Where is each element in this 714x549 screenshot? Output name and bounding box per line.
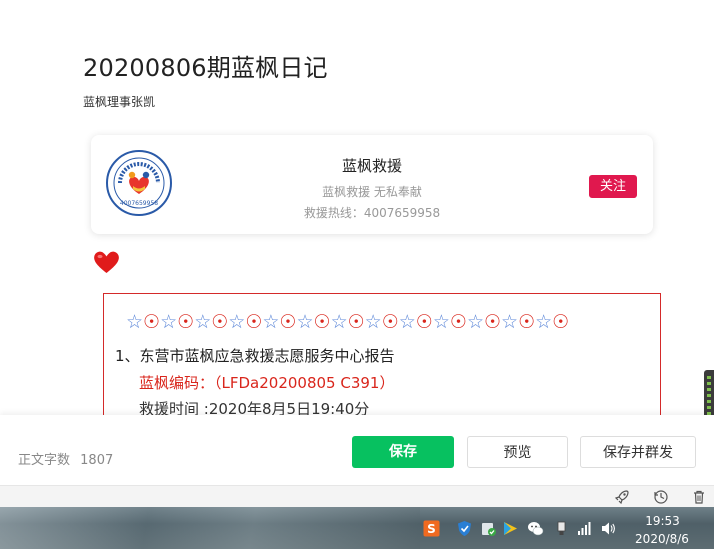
usb-device-icon[interactable] <box>553 520 570 537</box>
star-symbol: ☆ <box>364 311 382 333</box>
sun-symbol: ☉ <box>483 311 502 333</box>
trash-icon[interactable] <box>691 489 707 505</box>
star-symbol: ☆ <box>194 311 212 333</box>
preview-button[interactable]: 预览 <box>467 436 568 468</box>
star-symbol: ☆ <box>262 311 280 333</box>
sun-symbol: ☉ <box>211 311 229 333</box>
sun-symbol: ☉ <box>313 311 331 333</box>
editor-footer: 正文字数 1807 保存 预览 保存并群发 <box>0 415 714 485</box>
save-button[interactable]: 保存 <box>352 436 454 468</box>
sogou-ime-icon[interactable]: S <box>423 520 440 537</box>
windows-taskbar: S 19:53 2020/8/6 <box>0 507 714 549</box>
shield-icon[interactable] <box>456 520 473 537</box>
heart-icon <box>94 251 119 273</box>
sun-symbol: ☉ <box>177 311 195 333</box>
article-title: 20200806期蓝枫日记 <box>83 54 328 82</box>
star-symbol: ☆ <box>432 311 450 333</box>
clock-time[interactable]: 19:53 <box>640 514 685 528</box>
follow-button[interactable]: 关注 <box>589 175 637 198</box>
sun-symbol: ☉ <box>552 311 570 333</box>
sun-symbol: ☉ <box>449 311 467 333</box>
save-and-publish-button[interactable]: 保存并群发 <box>580 436 696 468</box>
svg-text:S: S <box>427 522 436 536</box>
editor-tool-strip <box>0 485 714 507</box>
sun-symbol: ☉ <box>279 311 297 333</box>
sun-symbol: ☉ <box>415 311 433 333</box>
report-heading: 1、东营市蓝枫应急救援志愿服务中心报告 <box>115 347 395 365</box>
network-signal-icon[interactable] <box>576 520 593 537</box>
sun-symbol: ☉ <box>347 311 365 333</box>
profile-card[interactable]: 4007659958 蓝枫救援 蓝枫救援 无私奉献 救援热线：400765995… <box>91 135 653 234</box>
rocket-icon[interactable] <box>614 489 630 505</box>
account-name: 蓝枫救援 <box>341 157 402 175</box>
report-section: ☆☉☆☉☆☉☆☉☆☉☆☉☆☉☆☉☆☉☆☉☆☉☆☉☆☉ 1、东营市蓝枫应急救援志愿… <box>103 293 661 433</box>
sun-symbol: ☉ <box>518 311 536 333</box>
star-symbol: ☆ <box>126 311 144 333</box>
star-symbol: ☆ <box>535 311 553 333</box>
sun-symbol: ☉ <box>143 311 161 333</box>
volume-icon[interactable] <box>600 520 617 537</box>
decorative-star-row: ☆☉☆☉☆☉☆☉☆☉☆☉☆☉☆☉☆☉☆☉☆☉☆☉☆☉ <box>126 311 569 333</box>
history-icon[interactable] <box>653 489 669 505</box>
star-symbol: ☆ <box>296 311 314 333</box>
star-symbol: ☆ <box>501 311 519 333</box>
article-author: 蓝枫理事张凯 <box>83 95 156 109</box>
star-symbol: ☆ <box>466 311 484 333</box>
word-count: 正文字数 1807 <box>18 449 113 468</box>
star-symbol: ☆ <box>330 311 348 333</box>
desktop-wallpaper-strip <box>0 507 420 549</box>
sun-symbol: ☉ <box>245 311 263 333</box>
word-count-label: 正文字数 <box>18 453 71 468</box>
sun-symbol: ☉ <box>381 311 399 333</box>
account-hotline: 救援热线：4007659958 <box>303 206 441 220</box>
star-symbol: ☆ <box>228 311 246 333</box>
wechat-icon[interactable] <box>527 520 544 537</box>
word-count-value: 1807 <box>80 453 114 468</box>
clock-date[interactable]: 2020/8/6 <box>632 532 692 546</box>
star-symbol: ☆ <box>160 311 178 333</box>
report-code: 蓝枫编码：（LFDa20200805 C391） <box>139 374 395 392</box>
account-description: 蓝枫救援 无私奉献 <box>322 185 422 199</box>
star-symbol: ☆ <box>398 311 416 333</box>
security-check-icon[interactable] <box>480 520 497 537</box>
media-play-icon[interactable] <box>502 520 519 537</box>
